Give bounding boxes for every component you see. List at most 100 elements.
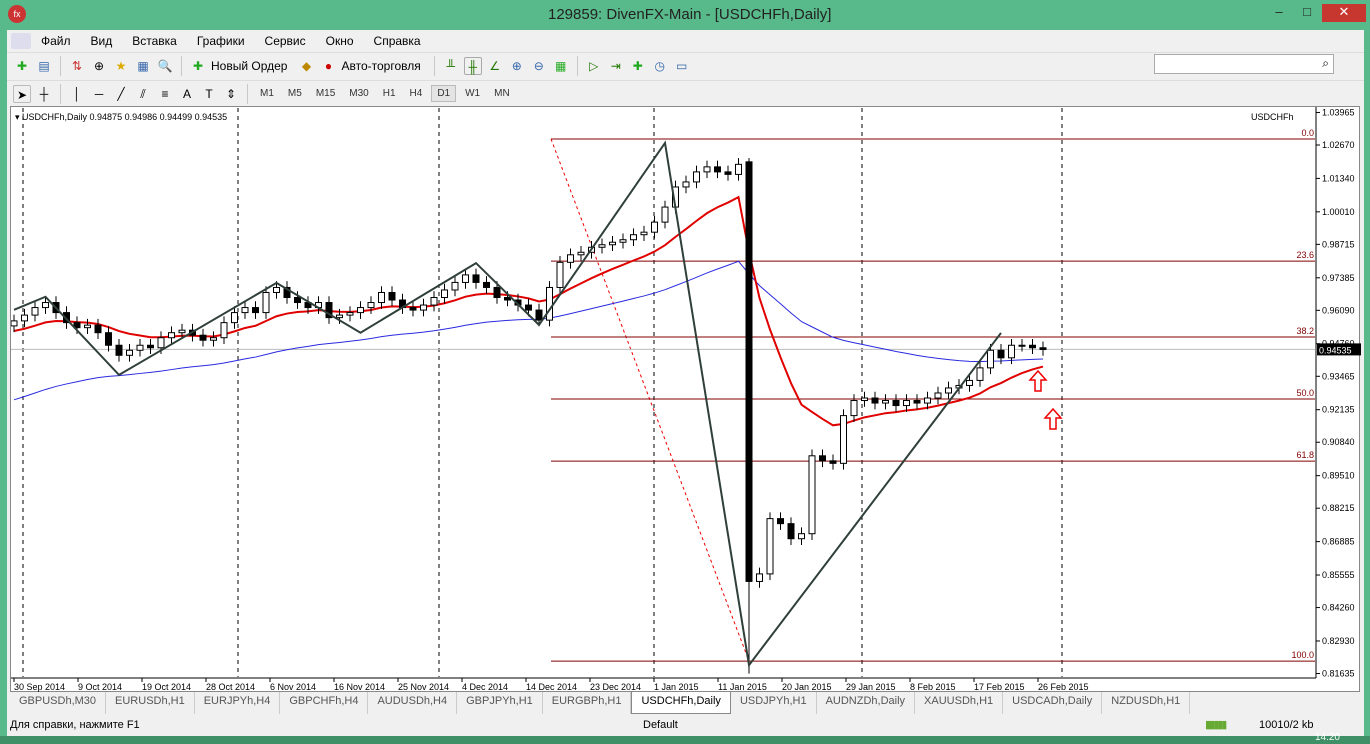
chart-tab[interactable]: GBPUSDh,M30 bbox=[10, 692, 107, 714]
fibonacci-label: 61.8 bbox=[1296, 450, 1314, 460]
chart-shift-icon[interactable]: ⇥ bbox=[607, 57, 625, 75]
text-label-icon[interactable]: T bbox=[200, 85, 218, 103]
date-label: 6 Nov 2014 bbox=[270, 682, 316, 692]
standard-toolbar: ✚ ▤ ⇅ ⊕ ★ ▦ 🔍 ✚ Новый Ордер ◆ ● Авто-тор… bbox=[7, 52, 1364, 78]
menu-view[interactable]: Вид bbox=[81, 34, 123, 48]
arrows-icon[interactable]: ⇕ bbox=[222, 85, 240, 103]
main-window: Файл Вид Вставка Графики Сервис Окно Спр… bbox=[7, 30, 1364, 736]
chart-tab[interactable]: EURUSDh,H1 bbox=[106, 692, 195, 714]
candle-body bbox=[787, 523, 795, 540]
crosshair-data-icon[interactable]: ⊕ bbox=[90, 57, 108, 75]
candle-body bbox=[199, 334, 207, 341]
candle-body bbox=[493, 286, 501, 299]
templates-icon[interactable]: ▭ bbox=[673, 57, 691, 75]
tile-windows-icon[interactable]: ▦ bbox=[552, 57, 570, 75]
horizontal-line-icon[interactable]: ─ bbox=[90, 85, 108, 103]
app-logo-icon: fx bbox=[8, 5, 26, 23]
fibonacci-label: 23.6 bbox=[1296, 250, 1314, 260]
date-label: 16 Nov 2014 bbox=[334, 682, 385, 692]
crosshair-icon[interactable]: ┼ bbox=[35, 85, 53, 103]
timeframe-mn[interactable]: MN bbox=[489, 86, 515, 101]
indicators-icon[interactable]: ✚ bbox=[629, 57, 647, 75]
autotrading-button[interactable]: Авто-торговля bbox=[341, 59, 420, 73]
terminal-icon[interactable]: ▦ bbox=[134, 57, 152, 75]
chart-tab[interactable]: USDCADh,Daily bbox=[1003, 692, 1103, 714]
autotrading-icon[interactable]: ● bbox=[319, 57, 337, 75]
candle-body bbox=[504, 297, 511, 301]
candle-body bbox=[535, 309, 543, 321]
price-tick-label: 1.03965 bbox=[1322, 107, 1355, 117]
menu-file[interactable]: Файл bbox=[31, 34, 81, 48]
menu-tools[interactable]: Сервис bbox=[255, 34, 316, 48]
fibonacci-icon[interactable]: ≡ bbox=[156, 85, 174, 103]
candle-body bbox=[1029, 344, 1036, 349]
clock: 14:20 bbox=[1314, 732, 1340, 743]
market-watch-icon[interactable]: ⇅ bbox=[68, 57, 86, 75]
chart-tab[interactable]: XAUUSDh,H1 bbox=[915, 692, 1004, 714]
price-tick-label: 1.01340 bbox=[1322, 173, 1355, 183]
timeframe-m30[interactable]: M30 bbox=[344, 86, 373, 101]
menu-insert[interactable]: Вставка bbox=[122, 34, 187, 48]
menu-window[interactable]: Окно bbox=[316, 34, 364, 48]
strategy-tester-icon[interactable]: 🔍 bbox=[156, 57, 174, 75]
candle-body bbox=[525, 304, 532, 311]
candle-body bbox=[777, 518, 784, 525]
candle-body bbox=[556, 261, 564, 288]
timeframe-d1[interactable]: D1 bbox=[431, 85, 457, 102]
chart-tab[interactable]: NZDUSDh,H1 bbox=[1102, 692, 1191, 714]
navigator-icon[interactable]: ★ bbox=[112, 57, 130, 75]
price-tick-label: 0.85555 bbox=[1322, 570, 1355, 580]
timeframe-m5[interactable]: M5 bbox=[283, 86, 307, 101]
vertical-line-icon[interactable]: │ bbox=[68, 85, 86, 103]
menu-charts[interactable]: Графики bbox=[187, 34, 255, 48]
profiles-icon[interactable]: ▤ bbox=[35, 57, 53, 75]
metaeditor-icon[interactable]: ◆ bbox=[297, 57, 315, 75]
timeframe-h1[interactable]: H1 bbox=[378, 86, 401, 101]
candle-body bbox=[430, 297, 438, 306]
close-button[interactable]: ✕ bbox=[1322, 4, 1366, 22]
zoom-out-icon[interactable]: ⊖ bbox=[530, 57, 548, 75]
trendline-icon[interactable]: ╱ bbox=[112, 85, 130, 103]
new-order-icon[interactable]: ✚ bbox=[189, 57, 207, 75]
candle-body bbox=[693, 171, 700, 183]
minimize-button[interactable]: – bbox=[1265, 4, 1293, 22]
chart-tab[interactable]: EURGBPh,H1 bbox=[543, 692, 632, 714]
auto-scroll-icon[interactable]: ▷ bbox=[585, 57, 603, 75]
candle-body bbox=[861, 397, 868, 402]
menu-help[interactable]: Справка bbox=[364, 34, 431, 48]
zoom-in-icon[interactable]: ⊕ bbox=[508, 57, 526, 75]
chart-tab[interactable]: EURJPYh,H4 bbox=[195, 692, 281, 714]
new-order-button[interactable]: Новый Ордер bbox=[211, 59, 287, 73]
bar-chart-icon[interactable]: ╨ bbox=[442, 57, 460, 75]
candle-body bbox=[346, 312, 354, 316]
price-tick-label: 0.96090 bbox=[1322, 305, 1355, 315]
candle-body bbox=[651, 221, 658, 233]
menu-bar: Файл Вид Вставка Графики Сервис Окно Спр… bbox=[7, 30, 1364, 52]
chart-tab[interactable]: GBPCHFh,H4 bbox=[280, 692, 369, 714]
chart-doc-icon[interactable] bbox=[11, 33, 31, 49]
periods-icon[interactable]: ◷ bbox=[651, 57, 669, 75]
price-chart[interactable]: 1.03965 1.02670 1.01340 1.00010 0.98715 0.973… bbox=[10, 106, 1361, 693]
candle-body bbox=[262, 291, 270, 314]
date-label: 20 Jan 2015 bbox=[782, 682, 832, 692]
text-icon[interactable]: A bbox=[178, 85, 196, 103]
timeframe-w1[interactable]: W1 bbox=[460, 86, 485, 101]
chart-tab[interactable]: USDCHFh,Daily bbox=[631, 692, 731, 714]
candle-body bbox=[462, 274, 469, 283]
cursor-icon[interactable]: ➤ bbox=[13, 84, 31, 103]
timeframe-m1[interactable]: M1 bbox=[255, 86, 279, 101]
chart-tab[interactable]: USDJPYh,H1 bbox=[731, 692, 817, 714]
line-chart-icon[interactable]: ∠ bbox=[486, 57, 504, 75]
equidistant-channel-icon[interactable]: ⫽ bbox=[134, 85, 152, 103]
candle-body bbox=[1018, 344, 1026, 347]
chart-tab[interactable]: AUDNZDh,Daily bbox=[817, 692, 916, 714]
timeframe-h4[interactable]: H4 bbox=[405, 86, 428, 101]
candle-chart-icon[interactable]: ╫ bbox=[463, 56, 482, 75]
chart-canvas[interactable]: 1.03965 1.02670 1.01340 1.00010 0.98715 0.973… bbox=[11, 107, 1361, 693]
maximize-button[interactable]: □ bbox=[1293, 4, 1321, 22]
chart-tab[interactable]: AUDUSDh,H4 bbox=[368, 692, 458, 714]
chart-tab[interactable]: GBPJPYh,H1 bbox=[457, 692, 543, 714]
new-chart-icon[interactable]: ✚ bbox=[13, 57, 31, 75]
candle-body bbox=[976, 367, 984, 381]
timeframe-m15[interactable]: M15 bbox=[311, 86, 340, 101]
